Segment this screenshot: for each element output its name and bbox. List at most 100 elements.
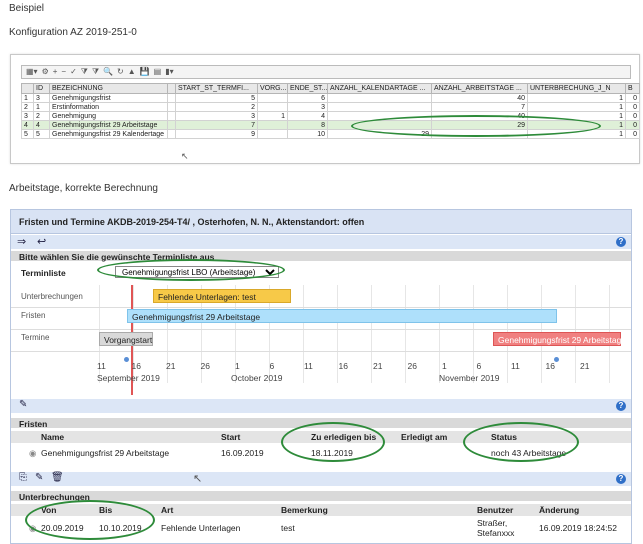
search-icon[interactable]: 🔍	[103, 67, 113, 77]
help-icon[interactable]: ?	[616, 237, 626, 247]
grid-icon[interactable]: ▦▾	[26, 67, 38, 77]
table-cell[interactable]: Genehmigungsfrist 29 Kalendertage	[49, 129, 168, 139]
table-cell[interactable]: 1	[527, 120, 626, 130]
terminliste-select[interactable]: Genehmigungsfrist LBO (Arbeitstage)	[115, 266, 279, 278]
table-cell[interactable]	[167, 120, 176, 130]
table-row[interactable]: 1 3 Genehmigungsfrist 5 6 40 1 0	[21, 93, 640, 103]
table-cell[interactable]	[327, 111, 432, 121]
edit-icon[interactable]: ✎	[35, 472, 43, 483]
table-cell[interactable]: 3	[33, 93, 50, 103]
table-cell[interactable]: 8	[287, 120, 328, 130]
refresh-icon[interactable]: ↻	[117, 67, 124, 77]
column-header[interactable]: VORG...	[257, 83, 288, 94]
table-cell[interactable]: 9	[175, 129, 258, 139]
table-cell[interactable]	[167, 93, 176, 103]
event-vorgangstart[interactable]: Vorgangstart	[99, 332, 153, 346]
add-icon[interactable]: ⎘	[19, 472, 27, 483]
export-icon[interactable]: ▤	[154, 67, 162, 77]
table-cell[interactable]: 4	[287, 111, 328, 121]
table-cell[interactable]	[327, 120, 432, 130]
column-header[interactable]: ANZAHL_ARBEITSTAGE ...	[431, 83, 528, 94]
table-cell[interactable]: 1	[527, 102, 626, 112]
table-cell[interactable]	[431, 129, 528, 139]
table-row[interactable]: ◉ Genehmigungsfrist 29 Arbeitstage 16.09…	[11, 444, 631, 464]
table-cell[interactable]: Genehmigungsfrist	[49, 93, 168, 103]
column-header[interactable]: START_ST_TERMFI...	[175, 83, 258, 94]
table-cell[interactable]: 0	[625, 102, 640, 112]
row-radio-icon[interactable]: ◉	[29, 523, 36, 534]
table-cell[interactable]: 0	[625, 120, 640, 130]
chart-icon[interactable]: ▮▾	[165, 67, 173, 77]
table-cell[interactable]	[257, 129, 288, 139]
table-cell[interactable]: 0	[625, 111, 640, 121]
table-cell[interactable]: Genehmigung	[49, 111, 168, 121]
table-cell[interactable]: 4	[21, 120, 34, 130]
table-cell[interactable]: 3	[175, 111, 258, 121]
delete-icon[interactable]: 🗑	[51, 472, 64, 483]
save-icon[interactable]: 💾	[140, 67, 150, 77]
back-icon[interactable]: ↩	[37, 235, 46, 248]
table-cell[interactable]	[257, 93, 288, 103]
table-cell[interactable]: 0	[625, 129, 640, 139]
table-row[interactable]: 5 5 Genehmigungsfrist 29 Kalendertage 9 10 29…	[21, 129, 640, 139]
table-row[interactable]: 4 4 Genehmigungsfrist 29 Arbeitstage 7 8 29 1 0	[21, 120, 640, 130]
event-frist[interactable]: Genehmigungsfrist 29 Arbeitstage	[127, 309, 557, 323]
table-cell[interactable]: Genehmigungsfrist 29 Arbeitstage	[49, 120, 168, 130]
column-header[interactable]: ENDE_ST...	[287, 83, 328, 94]
table-cell[interactable]: 5	[33, 129, 50, 139]
column-header[interactable]: BEZEICHNUNG	[49, 83, 168, 94]
table-cell[interactable]: 4	[33, 120, 50, 130]
table-cell[interactable]: 40	[431, 111, 528, 121]
table-cell[interactable]: 2	[33, 111, 50, 121]
help-icon[interactable]: ?	[616, 474, 626, 484]
table-cell[interactable]: 29	[327, 129, 432, 139]
table-cell[interactable]: 1	[527, 129, 626, 139]
table-cell[interactable]: 29	[431, 120, 528, 130]
table-cell[interactable]: 1	[527, 93, 626, 103]
column-header[interactable]: ID	[33, 83, 50, 94]
table-cell[interactable]: 1	[257, 111, 288, 121]
remove-icon[interactable]: −	[61, 67, 66, 77]
table-cell[interactable]	[257, 102, 288, 112]
table-row[interactable]: ◉ 20.09.2019 10.10.2019 Fehlende Unterla…	[11, 517, 631, 541]
table-cell[interactable]: 3	[21, 111, 34, 121]
table-cell[interactable]: 2	[21, 102, 34, 112]
table-cell[interactable]: 1	[527, 111, 626, 121]
row-radio-icon[interactable]: ◉	[29, 448, 36, 459]
filter-clear-icon[interactable]: ⧩	[92, 67, 99, 77]
table-cell[interactable]: 5	[175, 93, 258, 103]
table-cell[interactable]: 3	[287, 102, 328, 112]
forward-icon[interactable]: ⇒	[17, 235, 26, 248]
table-cell[interactable]: 1	[33, 102, 50, 112]
table-cell[interactable]	[167, 102, 176, 112]
table-cell[interactable]	[327, 102, 432, 112]
table-cell[interactable]: 5	[21, 129, 34, 139]
table-row[interactable]: 2 1 Erstinformation 2 3 7 1 0	[21, 102, 640, 112]
add-icon[interactable]: +	[53, 67, 58, 77]
settings-icon[interactable]: ⚙	[42, 67, 49, 77]
column-header[interactable]: B	[625, 83, 640, 94]
table-cell[interactable]	[257, 120, 288, 130]
column-header[interactable]	[167, 83, 176, 94]
table-cell[interactable]	[167, 111, 176, 121]
event-unterbrechung[interactable]: Fehlende Unterlagen: test	[153, 289, 291, 303]
filter-icon[interactable]: ⧩	[81, 67, 88, 77]
check-icon[interactable]: ✓	[70, 67, 77, 77]
edit-icon[interactable]: ✎	[19, 399, 27, 410]
event-termin[interactable]: Genehmigungsfrist 29 Arbeitstage	[493, 332, 626, 346]
lock-icon[interactable]: ▲	[128, 67, 136, 77]
column-header[interactable]	[21, 83, 34, 94]
table-cell[interactable]: 10	[287, 129, 328, 139]
table-cell[interactable]: 40	[431, 93, 528, 103]
table-cell[interactable]: Erstinformation	[49, 102, 168, 112]
column-header[interactable]: ANZAHL_KALENDARTAGE ...	[327, 83, 432, 94]
table-row[interactable]: 3 2 Genehmigung 3 1 4 40 1 0	[21, 111, 640, 121]
table-cell[interactable]: 0	[625, 93, 640, 103]
table-cell[interactable]: 1	[21, 93, 34, 103]
table-cell[interactable]: 7	[431, 102, 528, 112]
column-header[interactable]: UNTERBRECHUNG_J_N	[527, 83, 626, 94]
table-cell[interactable]: 6	[287, 93, 328, 103]
table-cell[interactable]: 7	[175, 120, 258, 130]
table-cell[interactable]	[167, 129, 176, 139]
table-cell[interactable]	[327, 93, 432, 103]
